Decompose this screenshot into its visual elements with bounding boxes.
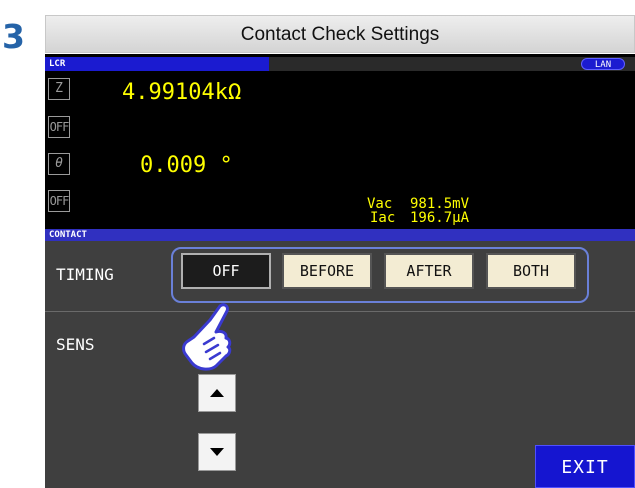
iac-value: 196.7μA (410, 210, 470, 226)
param-1-button[interactable]: Z (48, 78, 70, 100)
param-2-value: 0.009 ° (140, 153, 233, 178)
pointing-hand-icon (182, 303, 232, 371)
exit-button[interactable]: EXIT (535, 445, 635, 488)
timing-option-off[interactable]: OFF (181, 253, 271, 289)
lan-badge: LAN (581, 58, 625, 70)
timing-option-before[interactable]: BEFORE (282, 253, 372, 289)
contact-section-bar: CONTACT (45, 229, 635, 241)
param-1-flag[interactable]: OFF (48, 116, 70, 138)
sens-up-button[interactable] (198, 374, 236, 412)
sens-label: SENS (56, 335, 95, 354)
sens-down-button[interactable] (198, 433, 236, 471)
timing-label: TIMING (56, 265, 114, 284)
step-number: 3 (2, 17, 25, 56)
iac-label: Iac (370, 210, 396, 226)
param-2-button[interactable]: θ (48, 153, 70, 175)
device-screen: LCR LAN Z OFF 4.99104kΩ θ OFF 0.009 ° Va… (45, 54, 635, 488)
down-arrow-icon (210, 448, 224, 456)
window-title: Contact Check Settings (45, 15, 635, 53)
param-1-value: 4.99104kΩ (122, 80, 242, 105)
up-arrow-icon (210, 389, 224, 397)
timing-option-both[interactable]: BOTH (486, 253, 576, 289)
contact-section-label: CONTACT (49, 230, 87, 240)
param-2-flag[interactable]: OFF (48, 190, 70, 212)
mode-bar: LCR (45, 57, 269, 71)
timing-option-after[interactable]: AFTER (384, 253, 474, 289)
mode-label: LCR (49, 59, 66, 69)
row-divider (45, 311, 635, 312)
